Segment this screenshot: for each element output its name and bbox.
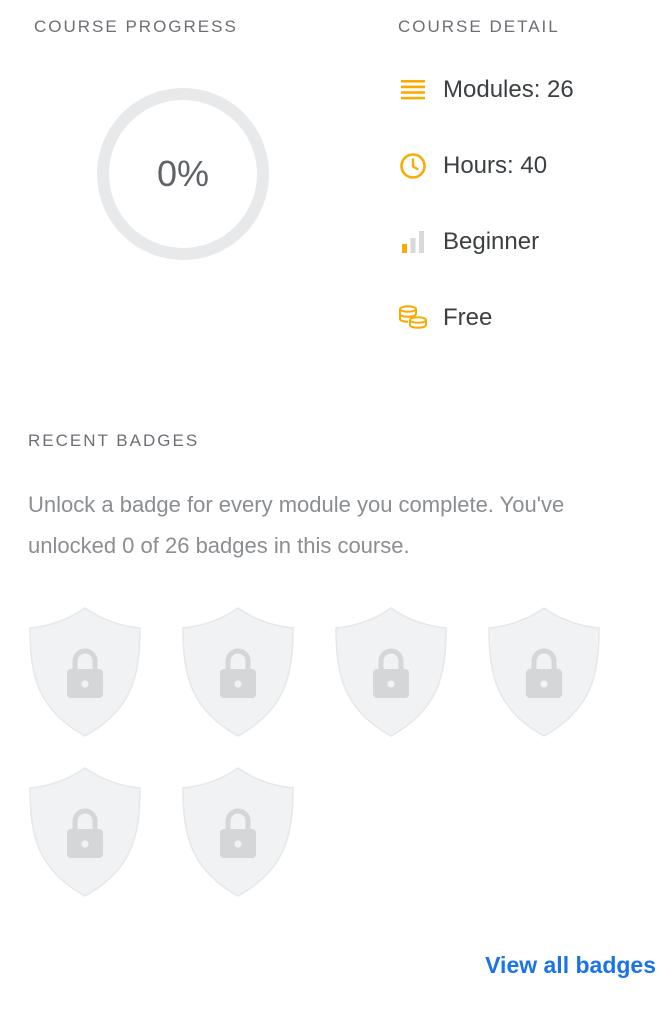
view-all-badges-link[interactable]: View all badges	[485, 952, 656, 979]
detail-price: Free	[398, 298, 574, 338]
course-overview-page: COURSE PROGRESS 0% COURSE DETAIL Modules…	[0, 0, 664, 1024]
detail-hours-label: Hours: 40	[443, 152, 548, 179]
progress-percent: 0%	[156, 153, 210, 194]
detail-price-label: Free	[443, 304, 493, 331]
badge-item	[181, 606, 295, 738]
locked-shield-icon	[488, 607, 600, 737]
detail-level-label: Beginner	[443, 228, 540, 255]
course-detail-list: Modules: 26 Hours: 40 Beginner Free	[398, 70, 574, 374]
course-progress-heading: COURSE PROGRESS	[34, 17, 238, 36]
recent-badges-heading: RECENT BADGES	[28, 431, 200, 450]
badge-item	[334, 606, 448, 738]
list-lines-icon	[398, 75, 428, 105]
badge-item	[487, 606, 601, 738]
locked-shield-icon	[182, 767, 294, 897]
badge-item	[28, 606, 142, 738]
badge-item	[28, 766, 142, 898]
coins-icon	[398, 303, 428, 333]
badge-grid	[28, 606, 638, 898]
badge-item	[181, 766, 295, 898]
locked-shield-icon	[182, 607, 294, 737]
clock-icon	[398, 151, 428, 181]
locked-shield-icon	[335, 607, 447, 737]
locked-shield-icon	[29, 767, 141, 897]
badges-description: Unlock a badge for every module you comp…	[28, 492, 565, 558]
level-bars-icon	[398, 227, 428, 257]
locked-shield-icon	[29, 607, 141, 737]
course-detail-heading: COURSE DETAIL	[398, 17, 560, 36]
detail-hours: Hours: 40	[398, 146, 574, 186]
progress-ring: 0%	[95, 86, 271, 262]
detail-modules: Modules: 26	[398, 70, 574, 110]
detail-level: Beginner	[398, 222, 574, 262]
detail-modules-label: Modules: 26	[443, 76, 574, 103]
